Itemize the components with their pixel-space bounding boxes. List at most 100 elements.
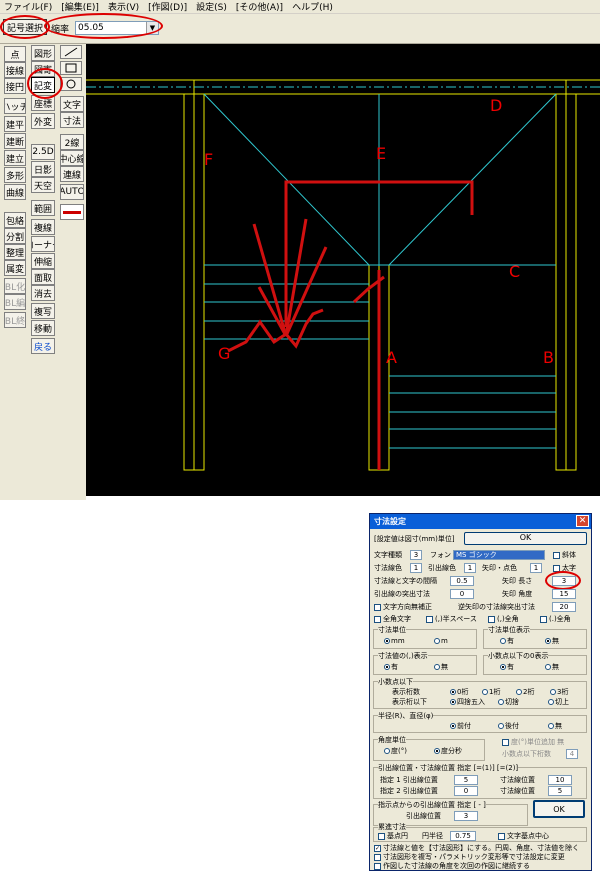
layer-color-button[interactable] bbox=[60, 204, 84, 220]
text-center-checkbox[interactable]: 文字基点中心 bbox=[498, 832, 549, 841]
menu-item[interactable]: 設定(S) bbox=[196, 0, 227, 13]
menu-item[interactable]: [その他(A)] bbox=[236, 0, 283, 13]
circle-radius-field[interactable]: 0.75 bbox=[450, 831, 476, 841]
tool-button[interactable]: 点 bbox=[4, 46, 26, 62]
tool-button[interactable]: コーナー bbox=[31, 236, 55, 252]
tool-button[interactable]: ハッチ bbox=[4, 98, 26, 114]
deg-radio[interactable]: 度(°) bbox=[384, 747, 407, 756]
rect-tool-button[interactable] bbox=[60, 61, 82, 75]
round-radio[interactable]: 四捨五入 bbox=[450, 698, 485, 707]
tool-button[interactable]: 曲線 bbox=[4, 184, 26, 200]
tool-button[interactable]: 日影 bbox=[31, 161, 55, 177]
point-field[interactable]: 3 bbox=[454, 811, 478, 821]
menu-item[interactable]: [編集(E)] bbox=[61, 0, 99, 13]
prefix-radio[interactable]: 前付 bbox=[450, 722, 471, 731]
deg-suffix-checkbox[interactable]: 度(°)単位追加 無 bbox=[502, 738, 564, 747]
line-tool-button[interactable] bbox=[60, 45, 82, 59]
digits-3-radio[interactable]: 3桁 bbox=[550, 688, 568, 697]
menu-item[interactable]: ヘルプ(H) bbox=[292, 0, 333, 13]
tool-button[interactable]: 寸法 bbox=[60, 112, 84, 128]
tool-button[interactable]: 複写 bbox=[31, 303, 55, 319]
text-dir-checkbox[interactable]: 文字方向無補正 bbox=[374, 603, 432, 612]
tool-button[interactable]: 外変 bbox=[31, 113, 55, 129]
tool-button[interactable]: 天空 bbox=[31, 177, 55, 193]
tool-button[interactable]: 建立 bbox=[4, 150, 26, 166]
italic-checkbox[interactable]: 斜体 bbox=[553, 551, 576, 560]
dms-radio[interactable]: 度分秒 bbox=[434, 747, 462, 756]
arrow-color-field[interactable]: 1 bbox=[530, 563, 542, 573]
tool-button[interactable]: 中心線 bbox=[60, 150, 84, 166]
lead1-field[interactable]: 5 bbox=[454, 775, 478, 785]
tool-button[interactable]: 文字 bbox=[60, 96, 84, 112]
tool-button[interactable]: 分割 bbox=[4, 228, 26, 244]
decimal-zero-no-radio[interactable]: 無 bbox=[545, 663, 559, 672]
lead-color-field[interactable]: 1 bbox=[464, 563, 476, 573]
menu-item[interactable]: 表示(V) bbox=[108, 0, 139, 13]
none-radio[interactable]: 無 bbox=[548, 722, 562, 731]
tool-button[interactable]: 面取 bbox=[31, 269, 55, 285]
tool-button[interactable]: 範囲 bbox=[31, 200, 55, 216]
option1-checkbox[interactable]: ✓ 寸法線と値を【寸法図形】にする。円周、角度、寸法値を除く bbox=[374, 844, 579, 853]
tool-button[interactable]: 消去 bbox=[31, 285, 55, 301]
reverse-field[interactable]: 20 bbox=[552, 602, 576, 612]
dim-color-field[interactable]: 1 bbox=[410, 563, 422, 573]
fullwidth-checkbox[interactable]: 全角文字 bbox=[374, 615, 411, 624]
digits-1-radio[interactable]: 1桁 bbox=[482, 688, 500, 697]
digits-0-radio[interactable]: 0桁 bbox=[450, 688, 468, 697]
circle-tool-button[interactable] bbox=[60, 77, 82, 91]
period-full-checkbox[interactable]: (.)全角 bbox=[540, 615, 571, 624]
ok-button[interactable]: OK bbox=[533, 800, 585, 818]
option3-checkbox[interactable]: 作図した寸法線の角度を次回の作図に継続する bbox=[374, 862, 530, 871]
drawing-canvas[interactable] bbox=[86, 44, 600, 496]
tool-button[interactable]: 接円 bbox=[4, 78, 26, 94]
tool-button[interactable]: 建平 bbox=[4, 116, 26, 132]
tool-button[interactable]: 2線 bbox=[60, 134, 84, 150]
text-type-field[interactable]: 3 bbox=[410, 550, 422, 560]
tool-button[interactable]: 接線 bbox=[4, 62, 26, 78]
tool-button[interactable]: 2.5D bbox=[31, 144, 55, 160]
unit-display-yes-radio[interactable]: 有 bbox=[500, 637, 514, 646]
tool-button[interactable]: 複線 bbox=[31, 219, 55, 235]
decimal-digits-field[interactable]: 4 bbox=[566, 749, 578, 759]
comma-yes-radio[interactable]: 有 bbox=[384, 663, 398, 672]
space-checkbox[interactable]: (,)半スペース bbox=[426, 615, 477, 624]
menu-item[interactable]: [作図(D)] bbox=[148, 0, 187, 13]
lead2-field[interactable]: 0 bbox=[454, 786, 478, 796]
tool-button[interactable]: 多形 bbox=[4, 167, 26, 183]
gap-field[interactable]: 0.5 bbox=[450, 576, 474, 586]
base-circle-checkbox[interactable]: 基点円 bbox=[378, 832, 408, 841]
up-radio[interactable]: 切上 bbox=[548, 698, 569, 707]
menu-item[interactable]: ファイル(F) bbox=[4, 0, 52, 13]
font-select[interactable]: MS ゴシック bbox=[453, 550, 545, 560]
decimal-zero-yes-radio[interactable]: 有 bbox=[500, 663, 514, 672]
tool-button[interactable]: AUTO bbox=[60, 184, 84, 200]
tool-button[interactable]: 属変 bbox=[4, 260, 26, 276]
tool-button[interactable]: 建断 bbox=[4, 133, 26, 149]
tool-button[interactable]: 包絡 bbox=[4, 212, 26, 228]
tool-button[interactable]: BL終 bbox=[4, 312, 26, 328]
tool-button[interactable]: 図形 bbox=[31, 45, 55, 61]
suffix-radio[interactable]: 後付 bbox=[498, 722, 519, 731]
tool-button[interactable]: 連線 bbox=[60, 166, 84, 182]
digits-2-radio[interactable]: 2桁 bbox=[516, 688, 534, 697]
cut-radio[interactable]: 切捨 bbox=[498, 698, 519, 707]
point-title: 指示点からの引出線位置 指定 [ - ] bbox=[378, 801, 486, 810]
comma-full-checkbox[interactable]: (,)全角 bbox=[488, 615, 519, 624]
tool-button[interactable]: 戻る bbox=[31, 338, 55, 354]
tool-button[interactable]: BL化 bbox=[4, 278, 26, 294]
dim2-field[interactable]: 5 bbox=[548, 786, 572, 796]
tool-button[interactable]: 整理 bbox=[4, 244, 26, 260]
arrow-angle-field[interactable]: 15 bbox=[552, 589, 576, 599]
tool-button[interactable]: BL編 bbox=[4, 294, 26, 310]
comma-no-radio[interactable]: 無 bbox=[434, 663, 448, 672]
lead-over-field[interactable]: 0 bbox=[450, 589, 474, 599]
close-icon[interactable]: ✕ bbox=[576, 515, 589, 527]
ok-button-top[interactable]: OK bbox=[464, 532, 587, 545]
tool-button[interactable]: 移動 bbox=[31, 320, 55, 336]
unit-display-no-radio[interactable]: 無 bbox=[545, 637, 559, 646]
unit-mm-radio[interactable]: mm bbox=[384, 637, 405, 646]
option2-checkbox[interactable]: 寸法図形を複写・パラメトリック変形等で寸法設定に変更 bbox=[374, 853, 565, 862]
tool-button[interactable]: 伸縮 bbox=[31, 253, 55, 269]
dim1-field[interactable]: 10 bbox=[548, 775, 572, 785]
unit-m-radio[interactable]: m bbox=[434, 637, 448, 646]
